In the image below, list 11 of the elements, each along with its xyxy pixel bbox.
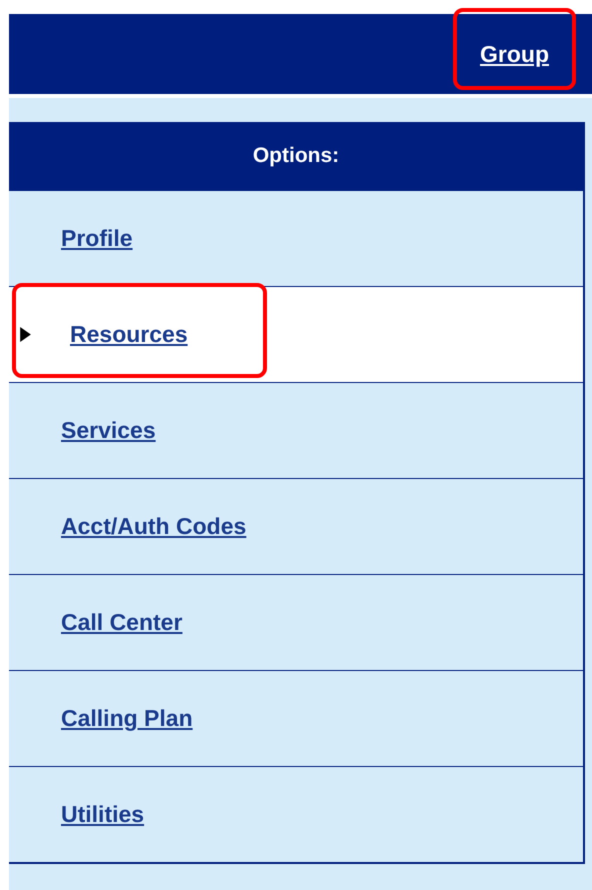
menu-link[interactable]: Resources [70,321,188,348]
menu-row[interactable]: Resources [9,286,583,382]
menu-link[interactable]: Acct/Auth Codes [61,513,246,540]
pointer-icon [20,327,31,342]
group-link[interactable]: Group [480,40,549,66]
menu-link[interactable]: Utilities [61,801,144,828]
menu-link[interactable]: Call Center [61,609,182,636]
menu-link[interactable]: Profile [61,225,133,252]
menu-link[interactable]: Calling Plan [61,705,193,732]
menu-link[interactable]: Services [61,417,156,444]
panel-title: Options: [9,122,583,190]
